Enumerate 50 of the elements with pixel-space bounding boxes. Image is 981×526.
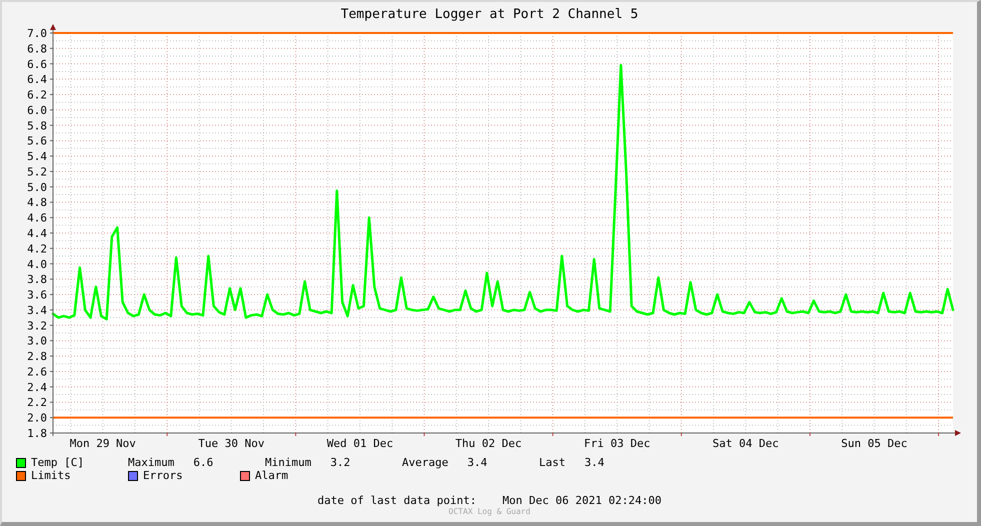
y-tick-label: 6.4 <box>27 73 47 86</box>
y-tick-label: 6.6 <box>27 58 47 71</box>
y-tick-label: 1.8 <box>27 427 47 440</box>
watermark-text: OCTAX Log & Guard <box>448 507 530 517</box>
y-tick-label: 3.0 <box>27 334 47 348</box>
y-tick-label: 2.8 <box>27 350 47 364</box>
legend-label: Temp [C] <box>31 456 84 469</box>
y-tick-label: 6.8 <box>27 42 47 56</box>
stat-value: 6.6 <box>193 456 214 469</box>
y-tick-label: 2.6 <box>27 365 47 378</box>
legend-label: Errors <box>143 469 183 482</box>
last-data-timestamp: Mon Dec 06 2021 02:24:00 <box>502 494 662 507</box>
y-tick-label: 2.2 <box>27 396 47 410</box>
x-tick-label: Fri 03 Dec <box>584 437 650 450</box>
stat-label: Last <box>539 456 566 469</box>
y-tick-label: 3.4 <box>27 304 47 317</box>
x-tick-label: Thu 02 Dec <box>455 437 522 450</box>
y-tick-label: 4.4 <box>27 227 47 240</box>
y-tick-label: 3.8 <box>27 273 47 286</box>
y-tick-label: 2.4 <box>27 380 47 394</box>
x-tick-label: Mon 29 Nov <box>70 437 136 450</box>
y-tick-label: 7.0 <box>27 27 47 40</box>
stat-value: 3.2 <box>330 456 350 469</box>
y-tick-label: 4.2 <box>27 242 47 256</box>
chart-title: Temperature Logger at Port 2 Channel 5 <box>340 6 638 24</box>
y-tick-label: 5.8 <box>27 119 47 132</box>
y-tick-label: 6.2 <box>27 88 47 102</box>
y-tick-label: 5.6 <box>27 134 47 148</box>
y-tick-label: 2.0 <box>27 412 47 425</box>
stat-label: Average <box>402 456 448 469</box>
y-tick-label: 6.0 <box>27 104 47 117</box>
y-tick-label: 3.6 <box>27 288 47 302</box>
y-tick-label: 5.2 <box>27 165 47 178</box>
legend-label: Alarm <box>255 469 288 482</box>
x-tick-label: Tue 30 Nov <box>198 437 264 450</box>
y-tick-label: 4.0 <box>27 258 47 271</box>
y-tick-label: 4.8 <box>27 196 47 210</box>
stat-label: Minimum <box>265 456 312 469</box>
x-tick-label: Sat 04 Dec <box>712 437 779 450</box>
stat-label: Maximum <box>128 456 174 469</box>
stat-value: 3.4 <box>467 456 488 469</box>
y-tick-label: 5.0 <box>27 180 47 194</box>
footer-label: date of last data point: <box>318 494 476 507</box>
y-tick-label: 4.6 <box>27 212 47 225</box>
stat-value: 3.4 <box>584 456 604 469</box>
legend-label: Limits <box>31 469 71 482</box>
x-tick-label: Sun 05 Dec <box>841 437 908 450</box>
x-tick-label: Wed 01 Dec <box>326 437 394 450</box>
y-tick-label: 3.2 <box>27 319 47 332</box>
y-tick-label: 5.4 <box>27 150 47 164</box>
